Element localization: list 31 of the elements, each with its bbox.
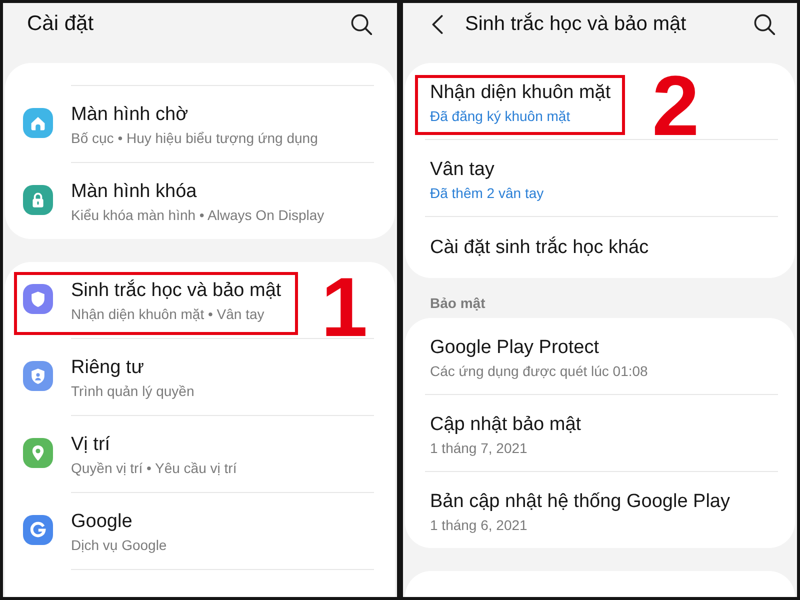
step-number: 2 [652, 76, 700, 138]
screen-title: Sinh trắc học và bảo mật [465, 12, 686, 37]
setting-title[interactable]: Màn hình khóa [71, 180, 197, 204]
setting-title[interactable]: Google Play Protect [430, 336, 599, 360]
setting-title[interactable]: Vị trí [71, 433, 110, 457]
setting-subtitle: Đã đăng ký khuôn mặt [430, 107, 570, 125]
search-icon[interactable] [754, 14, 775, 34]
setting-subtitle: 1 tháng 7, 2021 [430, 439, 528, 457]
setting-title[interactable]: Riêng tư [71, 356, 144, 380]
setting-title[interactable]: Cập nhật bảo mật [430, 413, 582, 437]
search-icon[interactable] [351, 14, 372, 34]
setting-subtitle: Các ứng dụng được quét lúc 01:08 [430, 362, 648, 380]
setting-subtitle: Nhận diện khuôn mặt • Vân tay [71, 305, 264, 323]
setting-title[interactable]: Màn hình chờ [71, 103, 188, 127]
screen-title: Cài đặt [27, 11, 94, 37]
setting-title[interactable]: Bản cập nhật hệ thống Google Play [430, 490, 730, 514]
back-icon[interactable] [432, 14, 443, 34]
setting-subtitle: Dịch vụ Google [71, 536, 167, 554]
setting-subtitle: Bố cục • Huy hiệu biểu tượng ứng dụng [71, 129, 318, 147]
section-header: Bảo mật [430, 295, 486, 311]
setting-subtitle: Kiểu khóa màn hình • Always On Display [71, 206, 324, 224]
setting-subtitle: Quyền vị trí • Yêu cầu vị trí [71, 459, 237, 477]
setting-subtitle: Trình quản lý quyền [71, 382, 194, 400]
setting-subtitle: Đã thêm 2 vân tay [430, 184, 544, 202]
setting-subtitle: 1 tháng 6, 2021 [430, 516, 528, 534]
step-number: 1 [321, 276, 368, 338]
setting-title[interactable]: Cài đặt sinh trắc học khác [430, 236, 649, 260]
setting-title[interactable]: Sinh trắc học và bảo mật [71, 279, 282, 303]
setting-title[interactable]: Nhận diện khuôn mặt [430, 81, 611, 105]
setting-title[interactable]: Google [71, 510, 132, 534]
setting-title[interactable]: Vân tay [430, 158, 494, 182]
